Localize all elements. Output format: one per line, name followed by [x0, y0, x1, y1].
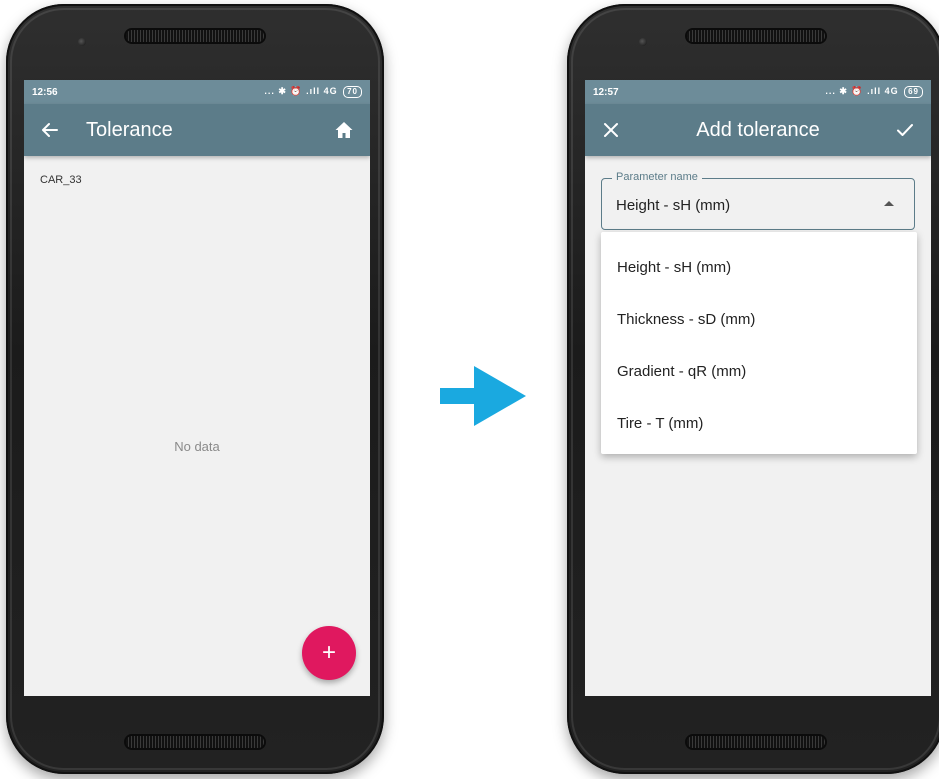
app-bar: Tolerance — [24, 104, 370, 156]
battery-icon: 70 — [343, 86, 362, 98]
record-label: CAR_33 — [40, 174, 82, 186]
arrow-right-icon — [440, 366, 526, 426]
screen-add-tolerance: 12:57 ... ✱ ⏰ .ıll 4G 69 Add tolerance P… — [585, 80, 931, 696]
page-title: Tolerance — [86, 118, 173, 141]
app-bar: Add tolerance — [585, 104, 931, 156]
selected-value: Height - sH (mm) — [616, 197, 731, 214]
back-arrow-icon[interactable] — [24, 104, 76, 156]
option-gradient[interactable]: Gradient - qR (mm) — [601, 346, 917, 398]
bottom-speaker — [126, 736, 264, 748]
front-camera — [78, 38, 86, 46]
option-thickness[interactable]: Thickness - sD (mm) — [601, 294, 917, 346]
status-time: 12:57 — [593, 86, 619, 98]
bottom-speaker — [687, 736, 825, 748]
parameter-name-select[interactable]: Parameter name Height - sH (mm) — [601, 171, 915, 230]
empty-state-text: No data — [174, 439, 220, 454]
status-bar: 12:57 ... ✱ ⏰ .ıll 4G 69 — [585, 80, 931, 104]
check-icon[interactable] — [879, 104, 931, 156]
home-icon[interactable] — [318, 104, 370, 156]
phone-right: 12:57 ... ✱ ⏰ .ıll 4G 69 Add tolerance P… — [567, 4, 939, 774]
caret-up-icon — [884, 201, 894, 206]
page-title: Add tolerance — [696, 118, 820, 141]
option-tire[interactable]: Tire - T (mm) — [601, 398, 917, 450]
earpiece-speaker — [687, 30, 825, 42]
battery-icon: 69 — [904, 86, 923, 98]
dropdown-menu: Height - sH (mm) Thickness - sD (mm) Gra… — [601, 232, 917, 454]
phone-left: 12:56 ... ✱ ⏰ .ıll 4G 70 Tolerance CAR_3… — [6, 4, 384, 774]
status-icons: ... ✱ ⏰ .ıll 4G 70 — [264, 86, 362, 98]
add-button[interactable]: + — [302, 626, 356, 680]
close-icon[interactable] — [585, 104, 637, 156]
front-camera — [639, 38, 647, 46]
option-height[interactable]: Height - sH (mm) — [601, 242, 917, 294]
field-label: Parameter name — [612, 171, 702, 183]
screen-tolerance: 12:56 ... ✱ ⏰ .ıll 4G 70 Tolerance CAR_3… — [24, 80, 370, 696]
status-bar: 12:56 ... ✱ ⏰ .ıll 4G 70 — [24, 80, 370, 104]
earpiece-speaker — [126, 30, 264, 42]
status-icons: ... ✱ ⏰ .ıll 4G 69 — [825, 86, 923, 98]
status-time: 12:56 — [32, 86, 58, 98]
